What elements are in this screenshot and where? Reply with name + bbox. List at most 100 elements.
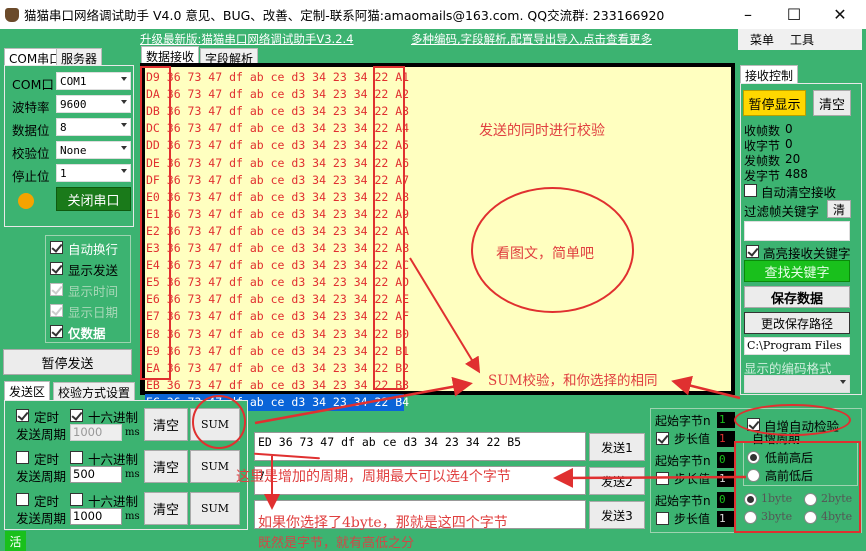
- period-input[interactable]: 500: [70, 466, 122, 483]
- pause-send-button[interactable]: 暂停发送: [3, 349, 132, 375]
- receive-row[interactable]: E6 36 73 47 df ab ce d3 34 23 34 22 AE: [145, 291, 409, 308]
- timer-checkbox[interactable]: [16, 409, 29, 422]
- receive-row[interactable]: E3 36 73 47 df ab ce d3 34 23 34 22 AB: [145, 240, 409, 257]
- field-label: 数据位: [12, 123, 50, 138]
- close-button[interactable]: ✕: [817, 0, 863, 29]
- receive-row[interactable]: EA 36 73 47 df ab ce d3 34 23 34 22 B2: [145, 360, 409, 377]
- close-port-button[interactable]: 关闭串口: [56, 187, 131, 211]
- receive-row[interactable]: E1 36 73 47 df ab ce d3 34 23 34 22 A9: [145, 206, 409, 223]
- menu-item-tools[interactable]: 工具: [790, 31, 814, 48]
- annotation-byte-order-note: 既然是字节，就有高低之分: [258, 536, 415, 551]
- window-title: 猫猫串口网络调试助手 V4.0 意见、BUG、改善、定制-联系阿猫:amaoma…: [24, 8, 665, 23]
- receive-row[interactable]: E5 36 73 47 df ab ce d3 34 23 34 22 AD: [145, 274, 409, 291]
- change-save-path-button[interactable]: 更改保存路径: [744, 312, 850, 334]
- field-label: 校验位: [12, 146, 50, 161]
- sum-button[interactable]: SUM: [190, 450, 240, 483]
- period-unit: ms: [125, 427, 140, 438]
- receive-row[interactable]: E8 36 73 47 df ab ce d3 34 23 34 22 B0: [145, 326, 409, 343]
- pause-display-button[interactable]: 暂停显示: [743, 90, 806, 116]
- option-checkbox: [50, 304, 63, 317]
- field-select-2[interactable]: 8: [56, 118, 131, 136]
- save-path-field[interactable]: C:\Program Files: [744, 337, 850, 355]
- option-checkbox[interactable]: [50, 262, 63, 275]
- step-checkbox[interactable]: [656, 512, 669, 525]
- sum-button[interactable]: SUM: [190, 492, 240, 525]
- encoding-select[interactable]: [744, 375, 850, 393]
- clear-send-button[interactable]: 清空: [144, 408, 188, 441]
- receive-row[interactable]: DE 36 73 47 df ab ce d3 34 23 34 22 A6: [145, 155, 409, 172]
- receive-row[interactable]: E0 36 73 47 df ab ce d3 34 23 34 22 A8: [145, 189, 409, 206]
- annotation-box-options: [734, 441, 861, 533]
- start-byte-value[interactable]: 1: [717, 412, 735, 428]
- clear-send-button[interactable]: 清空: [144, 450, 188, 483]
- option-label: 显示时间: [68, 284, 119, 299]
- highlight-keyword-checkbox[interactable]: [746, 245, 759, 258]
- receive-row[interactable]: DB 36 73 47 df ab ce d3 34 23 34 22 A3: [145, 103, 409, 120]
- find-keyword-button[interactable]: 查找关键字: [744, 260, 850, 282]
- receive-row[interactable]: E2 36 73 47 df ab ce d3 34 23 34 22 AA: [145, 223, 409, 240]
- stat-value: 488: [785, 167, 808, 181]
- receive-row[interactable]: E7 36 73 47 df ab ce d3 34 23 34 22 AF: [145, 308, 409, 325]
- send-data-area: [252, 400, 647, 530]
- field-select-1[interactable]: 9600: [56, 95, 131, 113]
- step-checkbox[interactable]: [656, 432, 669, 445]
- field-select-3[interactable]: None: [56, 141, 131, 159]
- clear-send-button[interactable]: 清空: [144, 492, 188, 525]
- step-checkbox[interactable]: [656, 472, 669, 485]
- timer-checkbox[interactable]: [16, 451, 29, 464]
- receive-row[interactable]: DA 36 73 47 df ab ce d3 34 23 34 22 A2: [145, 86, 409, 103]
- step-value[interactable]: 1: [717, 471, 735, 487]
- tab-receive-control[interactable]: 接收控制: [740, 65, 799, 83]
- status-indicator: 活: [5, 531, 26, 551]
- field-select-0[interactable]: COM1: [56, 72, 131, 90]
- tab-data-receive[interactable]: 数据接收: [141, 46, 200, 64]
- receive-row[interactable]: DF 36 73 47 df ab ce d3 34 23 34 22 A7: [145, 172, 409, 189]
- receive-row[interactable]: EB 36 73 47 df ab ce d3 34 23 34 22 B3: [145, 377, 409, 394]
- tab-field-parse[interactable]: 字段解析: [200, 48, 259, 66]
- upgrade-link[interactable]: 升级最新版:猫猫串口网络调试助手V3.2.4: [140, 31, 354, 47]
- option-checkbox[interactable]: [50, 241, 63, 254]
- maximize-button[interactable]: ☐: [771, 0, 817, 29]
- timer-checkbox[interactable]: [16, 493, 29, 506]
- step-value[interactable]: 1: [717, 511, 735, 527]
- start-byte-value[interactable]: 0: [717, 492, 735, 508]
- receive-row[interactable]: DD 36 73 47 df ab ce d3 34 23 34 22 A5: [145, 137, 409, 154]
- filter-clear-button[interactable]: 清: [827, 200, 851, 218]
- period-unit: ms: [125, 511, 140, 522]
- start-byte-value[interactable]: 0: [717, 452, 735, 468]
- auto-clear-label: 自动清空接收: [761, 185, 837, 200]
- receive-row[interactable]: DC 36 73 47 df ab ce d3 34 23 34 22 A4: [145, 120, 409, 137]
- save-data-button[interactable]: 保存数据: [744, 286, 850, 308]
- minimize-button[interactable]: –: [725, 0, 771, 29]
- annotation-ellipse-sum: [192, 395, 246, 449]
- option-label: 显示日期: [68, 305, 119, 320]
- menu-item-menu[interactable]: 菜单: [750, 31, 774, 48]
- menu-bar: 菜单 工具: [738, 29, 862, 50]
- receive-row[interactable]: E9 36 73 47 df ab ce d3 34 23 34 22 B1: [145, 343, 409, 360]
- receive-row[interactable]: D9 36 73 47 df ab ce d3 34 23 34 22 A1: [145, 69, 409, 86]
- hex-checkbox[interactable]: [70, 409, 83, 422]
- filter-keyword-input[interactable]: [744, 221, 850, 241]
- step-value[interactable]: 1: [717, 431, 735, 447]
- stat-value: 0: [785, 137, 793, 151]
- tab-send-area[interactable]: 发送区: [4, 381, 51, 400]
- annotation-box-checksum: [373, 66, 405, 390]
- features-link[interactable]: 多种编码,字段解析,配置导出导入,点击查看更多: [411, 31, 652, 47]
- option-checkbox[interactable]: [50, 325, 63, 338]
- auto-clear-checkbox[interactable]: [744, 184, 757, 197]
- clear-receive-button[interactable]: 清空: [813, 90, 851, 116]
- receive-area[interactable]: D9 36 73 47 df ab ce d3 34 23 34 22 A1 DA…: [140, 63, 735, 411]
- receive-text[interactable]: D9 36 73 47 df ab ce d3 34 23 34 22 A1 DA…: [145, 67, 731, 411]
- field-select-4[interactable]: 1: [56, 164, 131, 182]
- receive-row[interactable]: E4 36 73 47 df ab ce d3 34 23 34 22 AC: [145, 257, 409, 274]
- step-label: 步长值: [674, 512, 711, 526]
- tab-checksum-settings[interactable]: 校验方式设置: [53, 382, 136, 400]
- period-label: 发送周期: [16, 469, 67, 484]
- filter-keyword-label: 过滤帧关键字: [744, 204, 820, 219]
- hex-checkbox[interactable]: [70, 451, 83, 464]
- period-input[interactable]: 1000: [70, 508, 122, 525]
- hex-checkbox[interactable]: [70, 493, 83, 506]
- top-link-bar: 升级最新版:猫猫串口网络调试助手V3.2.4 多种编码,字段解析,配置导出导入,…: [0, 29, 866, 48]
- tab-server[interactable]: 服务器: [56, 48, 103, 66]
- field-label: 波特率: [12, 100, 50, 115]
